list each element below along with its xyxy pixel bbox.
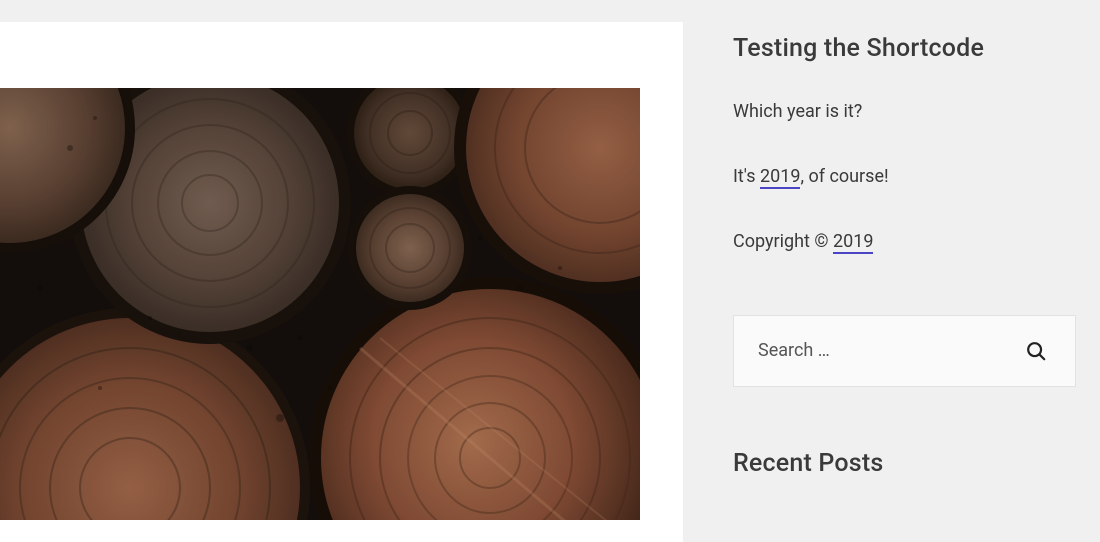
question-text: Which year is it? [733, 99, 1076, 124]
copyright-text: Copyright © 2019 [733, 229, 1076, 254]
sidebar: Testing the Shortcode Which year is it? … [683, 0, 1100, 542]
copyright-year-link[interactable]: 2019 [833, 231, 873, 254]
main-column [0, 0, 683, 542]
recent-posts-title: Recent Posts [733, 449, 1076, 478]
answer-text: It's 2019, of course! [733, 164, 1076, 189]
search-button[interactable] [1019, 334, 1053, 368]
search-box [733, 315, 1076, 387]
search-icon [1025, 340, 1047, 362]
search-widget [733, 315, 1076, 387]
featured-image [0, 88, 640, 520]
answer-suffix: , of course! [800, 166, 888, 187]
logs-illustration [0, 88, 640, 520]
answer-prefix: It's [733, 166, 760, 187]
search-input[interactable] [758, 340, 1019, 361]
post-card [0, 22, 683, 542]
copyright-prefix: Copyright © [733, 231, 833, 252]
widget-title: Testing the Shortcode [733, 34, 1076, 63]
page-root: Testing the Shortcode Which year is it? … [0, 0, 1100, 542]
answer-year-link[interactable]: 2019 [760, 166, 800, 189]
